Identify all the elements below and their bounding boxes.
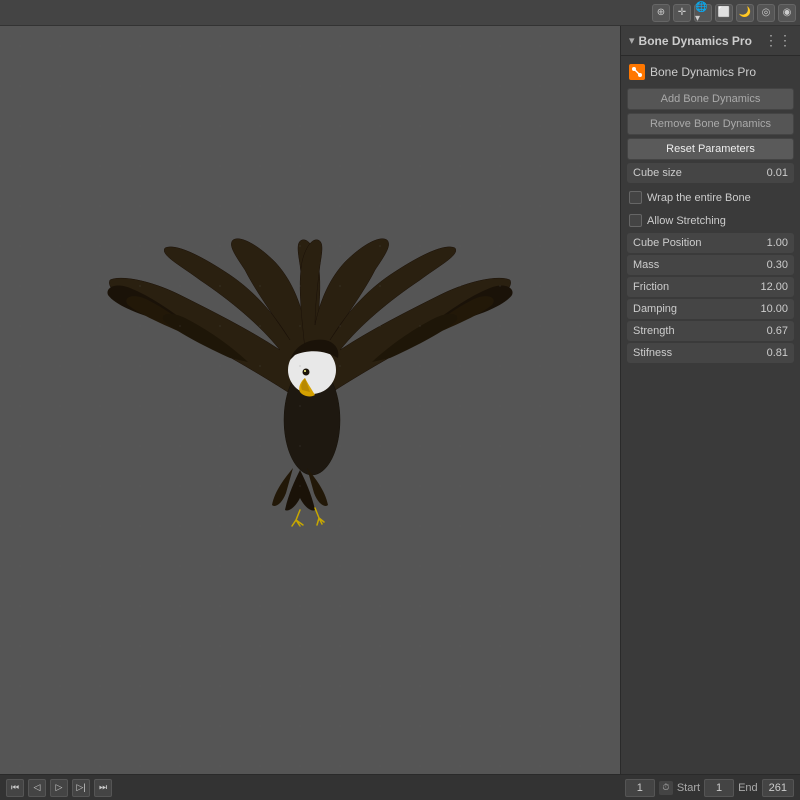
param-label-1: Mass — [627, 255, 754, 275]
param-row-stifness: Stifness 0.81 — [627, 343, 794, 363]
wrap-bone-row: Wrap the entire Bone — [627, 187, 794, 208]
right-panel: ▾ Bone Dynamics Pro ⋮⋮ Bone Dynamics Pro… — [620, 26, 800, 774]
param-value-4[interactable]: 0.67 — [754, 321, 794, 341]
param-row-mass: Mass 0.30 — [627, 255, 794, 275]
current-frame-field[interactable]: 1 — [625, 779, 655, 797]
section-header: Bone Dynamics Pro — [627, 60, 794, 84]
allow-stretching-label: Allow Stretching — [647, 215, 726, 227]
param-value-3[interactable]: 10.00 — [754, 299, 794, 319]
reset-parameters-button[interactable]: Reset Parameters — [627, 138, 794, 160]
param-row-damping: Damping 10.00 — [627, 299, 794, 319]
shading-icon[interactable]: 🌙 — [736, 4, 754, 22]
param-label-5: Stifness — [627, 343, 754, 363]
add-bone-dynamics-button[interactable]: Add Bone Dynamics — [627, 88, 794, 110]
end-label: End — [738, 782, 758, 794]
cube-size-value[interactable]: 0.01 — [754, 163, 794, 183]
param-label-4: Strength — [627, 321, 754, 341]
param-row-strength: Strength 0.67 — [627, 321, 794, 341]
allow-stretching-checkbox[interactable] — [629, 214, 642, 227]
overlay-icon[interactable]: ⬜ — [715, 4, 733, 22]
bottom-bar: ⏮ ◁ ▷ ▷| ⏭ 1 ⏱ Start 1 End 261 — [0, 774, 800, 800]
start-label: Start — [677, 782, 700, 794]
top-toolbar: ⊕ ✛ 🌐▾ ⬜ 🌙 ◎ ◉ — [0, 0, 800, 26]
panel-collapse-arrow[interactable]: ▾ — [629, 34, 635, 47]
param-label-0: Cube Position — [627, 233, 754, 253]
jump-start-button[interactable]: ⏮ — [6, 779, 24, 797]
eagle-model — [100, 210, 520, 590]
view-dropdown[interactable]: 🌐▾ — [694, 4, 712, 22]
param-row-cube-position: Cube Position 1.00 — [627, 233, 794, 253]
jump-end-button[interactable]: ⏭ — [94, 779, 112, 797]
cube-size-label: Cube size — [627, 163, 754, 183]
step-forward-button[interactable]: ▷| — [72, 779, 90, 797]
render-icon[interactable]: ◎ — [757, 4, 775, 22]
timer-icon: ⏱ — [659, 781, 673, 795]
eagle-model-container — [0, 26, 620, 774]
param-value-5[interactable]: 0.81 — [754, 343, 794, 363]
wrap-bone-label: Wrap the entire Bone — [647, 192, 751, 204]
param-value-2[interactable]: 12.00 — [754, 277, 794, 297]
panel-options-icon[interactable]: ⋮⋮ — [764, 32, 792, 49]
viewport-3d[interactable] — [0, 26, 620, 774]
panel-header: ▾ Bone Dynamics Pro ⋮⋮ — [621, 26, 800, 56]
bone-dynamics-section: Bone Dynamics Pro Add Bone Dynamics Remo… — [621, 56, 800, 369]
parameters-list: Cube Position 1.00 Mass 0.30 Friction 12… — [627, 233, 794, 363]
cube-size-row: Cube size 0.01 — [627, 163, 794, 183]
viewport-shading-icon[interactable]: ◉ — [778, 4, 796, 22]
wrap-bone-checkbox[interactable] — [629, 191, 642, 204]
cursor-tool-icon[interactable]: ⊕ — [652, 4, 670, 22]
bone-dynamics-icon — [629, 64, 645, 80]
param-label-3: Damping — [627, 299, 754, 319]
param-value-0[interactable]: 1.00 — [754, 233, 794, 253]
param-row-friction: Friction 12.00 — [627, 277, 794, 297]
allow-stretching-row: Allow Stretching — [627, 210, 794, 231]
remove-bone-dynamics-button[interactable]: Remove Bone Dynamics — [627, 113, 794, 135]
play-button[interactable]: ▷ — [50, 779, 68, 797]
param-value-1[interactable]: 0.30 — [754, 255, 794, 275]
section-title: Bone Dynamics Pro — [650, 65, 756, 79]
end-frame-field[interactable]: 261 — [762, 779, 794, 797]
param-label-2: Friction — [627, 277, 754, 297]
panel-header-title: Bone Dynamics Pro — [639, 34, 752, 48]
step-back-button[interactable]: ◁ — [28, 779, 46, 797]
start-frame-field[interactable]: 1 — [704, 779, 734, 797]
transform-tool-icon[interactable]: ✛ — [673, 4, 691, 22]
